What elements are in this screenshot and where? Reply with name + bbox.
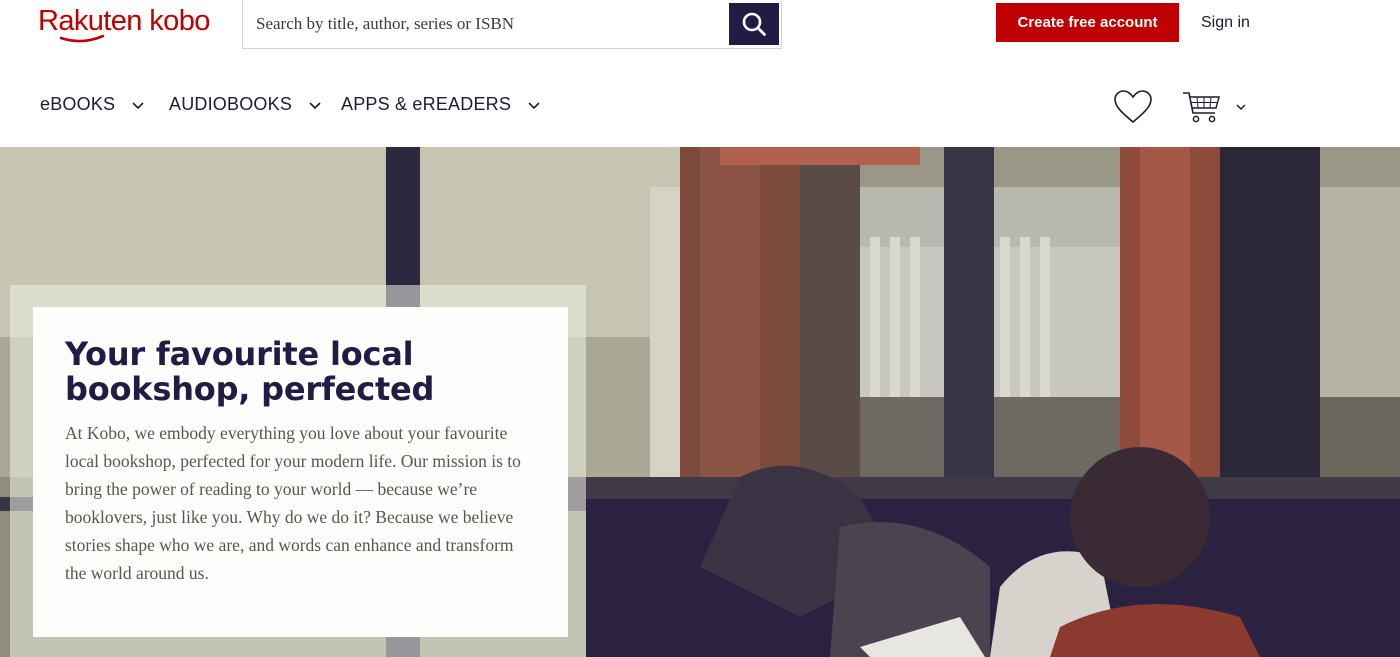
create-free-account-button[interactable]: Create free account [996, 3, 1179, 42]
nav-item-label: AUDIOBOOKS [169, 94, 293, 114]
nav-item-apps-ereaders[interactable]: APPS & eREADERS [341, 94, 541, 115]
hero-banner: Your favourite local bookshop, perfected… [0, 147, 1400, 657]
logo-swoosh-icon [60, 35, 104, 43]
cart-icon[interactable] [1181, 89, 1223, 127]
hero-card: Your favourite local bookshop, perfected… [33, 307, 568, 637]
hero-title: Your favourite local bookshop, perfected [65, 335, 435, 408]
nav-item-label: eBOOKS [40, 94, 116, 114]
chevron-down-icon [528, 101, 540, 109]
search-input[interactable] [244, 0, 724, 47]
hero-body: At Kobo, we embody everything you love a… [65, 423, 521, 583]
nav-item-ebooks[interactable]: eBOOKS [40, 94, 145, 115]
logo-text: Rakuten kobo [38, 5, 210, 37]
chevron-down-icon [132, 101, 144, 109]
heart-icon[interactable] [1113, 89, 1153, 125]
sign-in-link[interactable]: Sign in [1201, 14, 1250, 32]
search-button[interactable] [729, 3, 779, 45]
search-bar [242, 0, 782, 49]
nav-item-audiobooks[interactable]: AUDIOBOOKS [169, 94, 322, 115]
search-icon [742, 12, 766, 36]
rakuten-kobo-logo[interactable]: Rakuten kobo [38, 5, 210, 43]
nav-item-label: APPS & eREADERS [341, 94, 512, 114]
top-header: Rakuten kobo Create free account Sign in [0, 0, 1400, 50]
chevron-down-icon [309, 101, 321, 109]
cart-chevron-down-icon[interactable] [1234, 100, 1248, 114]
